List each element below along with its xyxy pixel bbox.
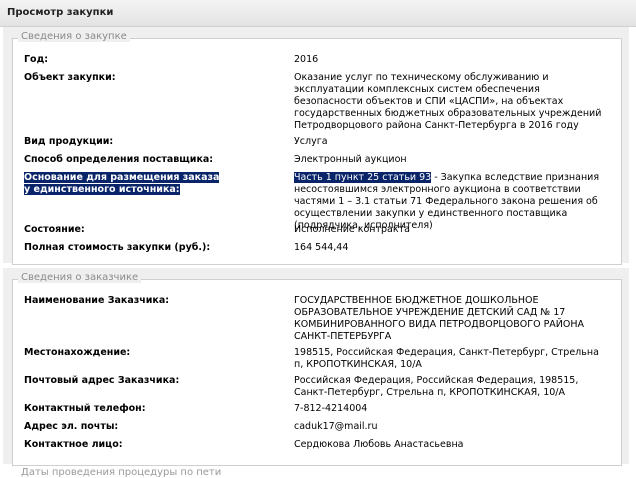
purchase-legend: Сведения о закупке [18,31,130,42]
email-value[interactable]: caduk17@mail.ru [294,421,609,433]
location-label: Местонахождение: [24,347,131,358]
year-value: 2016 [294,54,319,65]
single-source-basis-label-text: Основание для размещения заказа у единст… [24,172,220,195]
customer-name-value: ГОСУДАРСТВЕННОЕ БЮДЖЕТНОЕ ДОШКОЛЬНОЕ ОБР… [294,295,585,342]
single-source-basis-label: Основание для размещения заказа у единст… [24,172,224,196]
contact-person-label: Контактное лицо: [24,439,123,450]
purchase-fieldset: Сведения о закупке Год: 2016 Объект заку… [12,31,622,265]
phone-label: Контактный телефон: [24,403,146,414]
customer-panel: Сведения о заказчике Наименование Заказч… [3,268,629,466]
total-cost-value: 164 544,44 [294,242,349,253]
object-value: Оказание услуг по техническому обслужива… [294,72,602,131]
total-cost-label: Полная стоимость закупки (руб.): [24,242,211,253]
product-type-value: Услуга [294,136,328,147]
supplier-method-value: Электронный аукцион [294,154,407,165]
object-label: Объект закупки: [24,72,116,83]
customer-legend: Сведения о заказчике [18,272,142,283]
single-source-basis-value: Часть 1 пункт 25 статьи 93 - Закупка всл… [294,172,609,232]
status-value: Исполнение контракта [294,224,410,235]
postal-address-value: Российская Федерация, Российская Федерац… [294,375,579,398]
email-label: Адрес эл. почты: [24,421,119,432]
basis-law-reference: Часть 1 пункт 25 статьи 93 [294,172,432,183]
supplier-method-label: Способ определения поставщика: [24,154,214,165]
page-title: Просмотр закупки [7,7,114,18]
customer-fieldset: Сведения о заказчике Наименование Заказч… [12,272,622,466]
contact-person-value: Сердюкова Любовь Анастасьевна [294,439,464,450]
year-label: Год: [24,54,49,65]
product-type-label: Вид продукции: [24,136,114,147]
location-value: 198515, Российская Федерация, Санкт-Пете… [294,347,599,370]
customer-name-label: Наименование Заказчика: [24,295,170,306]
phone-value: 7-812-4214004 [294,403,368,414]
postal-address-label: Почтовый адрес Заказчика: [24,375,180,386]
procedure-dates-legend: Даты проведения процедуры по пети [21,467,222,478]
page-header: Просмотр закупки [0,0,636,27]
purchase-panel: Сведения о закупке Год: 2016 Объект заку… [3,27,629,265]
status-label: Состояние: [24,224,85,235]
